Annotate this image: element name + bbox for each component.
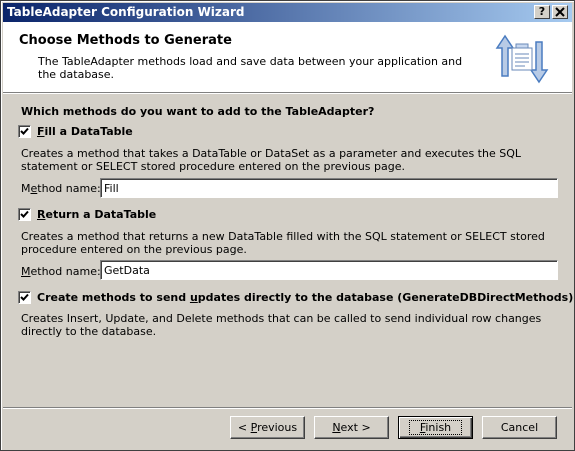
return-datatable-checkbox-row[interactable]: Return a DataTable — [18, 207, 156, 221]
page-description: The TableAdapter methods load and save d… — [38, 55, 463, 81]
next-button[interactable]: Next > — [314, 416, 389, 439]
finish-focus-rect: Finish — [408, 420, 463, 435]
db-direct-description: Creates Insert, Update, and Delete metho… — [21, 312, 542, 338]
footer-separator — [3, 407, 572, 409]
wizard-header: Choose Methods to Generate The TableAdap… — [3, 22, 572, 94]
wizard-window: TableAdapter Configuration Wizard ? Choo… — [0, 0, 575, 451]
fill-datatable-description: Creates a method that takes a DataTable … — [21, 147, 521, 173]
page-title: Choose Methods to Generate — [19, 33, 232, 48]
fill-datatable-label: Fill a DataTable — [37, 124, 133, 138]
data-transfer-arrows-icon — [491, 28, 553, 90]
fill-datatable-checkbox-row[interactable]: Fill a DataTable — [18, 124, 133, 138]
fill-method-name-input[interactable]: Fill — [100, 178, 558, 198]
checkmark-icon — [20, 127, 29, 135]
question-label: Which methods do you want to add to the … — [21, 105, 375, 118]
checkmark-icon — [20, 293, 29, 301]
cancel-button[interactable]: Cancel — [482, 416, 557, 439]
db-direct-label: Create methods to send updates directly … — [37, 290, 574, 304]
getdata-method-name-label: Method name: — [21, 265, 101, 278]
db-direct-checkbox-row[interactable]: Create methods to send updates directly … — [18, 290, 573, 304]
fill-method-name-label: Method name: — [21, 182, 101, 195]
db-direct-checkbox[interactable] — [18, 290, 31, 304]
return-datatable-checkbox[interactable] — [18, 207, 31, 221]
close-button[interactable] — [552, 5, 568, 19]
return-datatable-description: Creates a method that returns a new Data… — [21, 230, 545, 256]
previous-button[interactable]: < Previous — [230, 416, 305, 439]
help-button[interactable]: ? — [534, 5, 550, 19]
checkmark-icon — [20, 210, 29, 218]
return-datatable-label: Return a DataTable — [37, 207, 157, 221]
getdata-method-name-input[interactable]: GetData — [100, 260, 558, 280]
window-title: TableAdapter Configuration Wizard — [7, 5, 245, 19]
close-icon — [555, 7, 565, 17]
finish-button[interactable]: Finish — [398, 416, 473, 439]
fill-datatable-checkbox[interactable] — [18, 124, 31, 138]
title-bar[interactable]: TableAdapter Configuration Wizard ? — [3, 3, 572, 22]
